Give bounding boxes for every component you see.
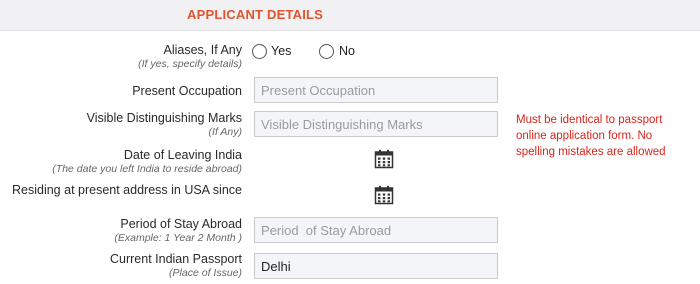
section-title: APPLICANT DETAILS (187, 7, 324, 22)
occupation-input[interactable] (254, 77, 498, 103)
calendar-icon[interactable] (374, 185, 394, 205)
residing-since-label: Residing at present address in USA since (12, 183, 242, 197)
leaving-date-label: Date of Leaving India (123, 148, 242, 162)
section-header: APPLICANT DETAILS (0, 0, 700, 31)
marks-sublabel: (If Any) (208, 126, 242, 138)
leaving-date-input[interactable] (254, 147, 364, 173)
warning-note: Must be identical to passport online app… (516, 114, 666, 158)
stay-period-label: Period of Stay Abroad (120, 217, 242, 231)
occupation-label: Present Occupation (132, 84, 242, 98)
calendar-icon[interactable] (374, 149, 394, 169)
aliases-label: Aliases, If Any (163, 43, 242, 57)
aliases-no-label[interactable]: No (339, 44, 355, 58)
marks-input[interactable] (254, 111, 498, 137)
aliases-yes-radio[interactable] (252, 44, 267, 59)
residing-since-input[interactable] (254, 182, 364, 208)
marks-label: Visible Distinguishing Marks (86, 111, 242, 125)
aliases-sublabel: (If yes, specify details) (138, 58, 242, 70)
leaving-date-sublabel: (The date you left India to reside abroa… (52, 163, 242, 175)
aliases-yes-label[interactable]: Yes (271, 44, 291, 58)
stay-period-input[interactable] (254, 217, 498, 243)
stay-period-sublabel: (Example: 1 Year 2 Month ) (114, 232, 242, 244)
aliases-no-radio[interactable] (319, 44, 334, 59)
passport-issue-input[interactable] (254, 253, 498, 279)
passport-sublabel: (Place of Issue) (169, 267, 242, 279)
passport-label: Current Indian Passport (109, 252, 242, 266)
